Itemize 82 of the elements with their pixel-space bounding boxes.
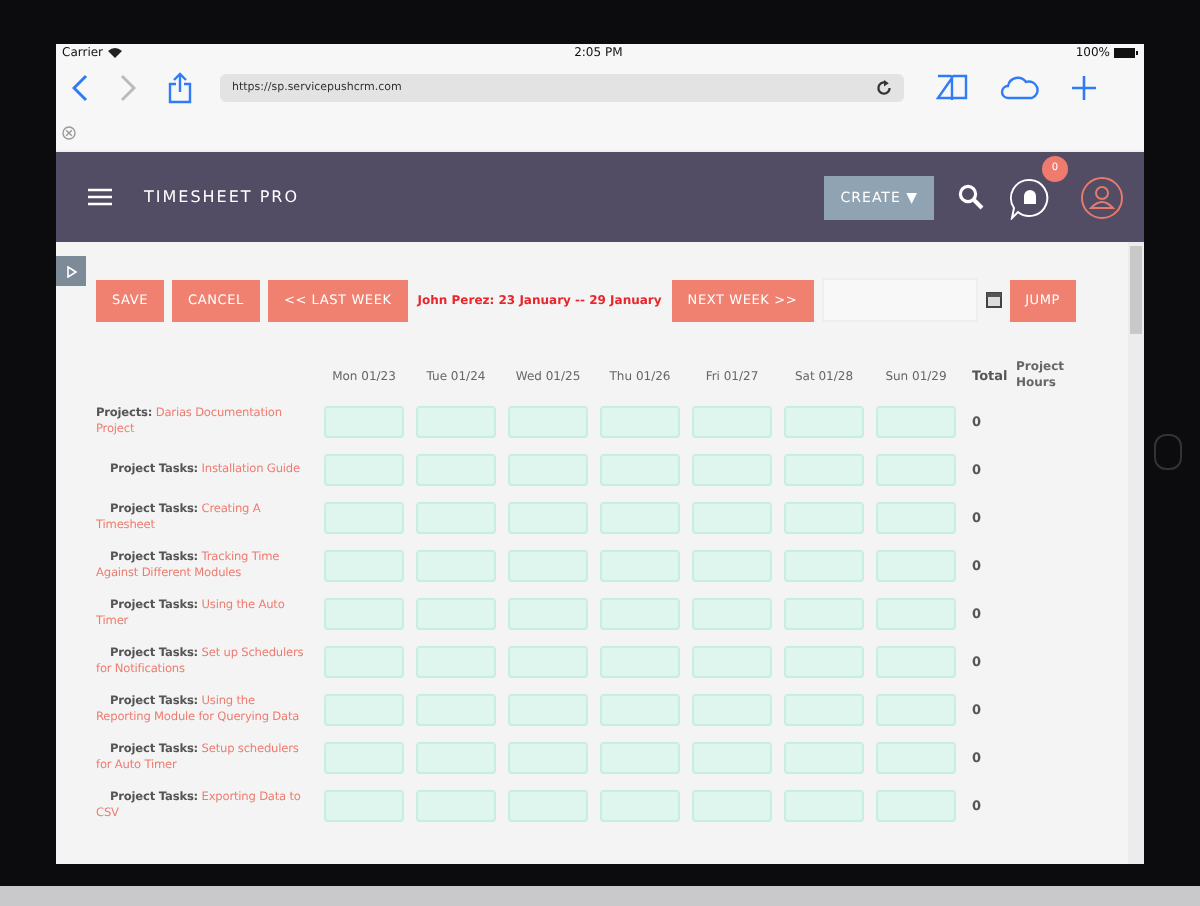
- hours-field[interactable]: [508, 694, 588, 726]
- hours-field[interactable]: [416, 742, 496, 774]
- hours-field[interactable]: [876, 742, 956, 774]
- hours-field[interactable]: [876, 406, 956, 438]
- hours-field[interactable]: [324, 502, 404, 534]
- cloud-icon[interactable]: [1000, 76, 1040, 100]
- hours-field[interactable]: [600, 742, 680, 774]
- hours-field[interactable]: [508, 790, 588, 822]
- notification-icon[interactable]: [1008, 175, 1052, 219]
- hours-field[interactable]: [692, 598, 772, 630]
- hours-field[interactable]: [692, 790, 772, 822]
- hours-field[interactable]: [416, 454, 496, 486]
- share-icon[interactable]: [168, 72, 192, 104]
- user-avatar-icon[interactable]: [1080, 175, 1124, 219]
- hours-field[interactable]: [508, 742, 588, 774]
- search-icon[interactable]: [958, 184, 984, 210]
- hours-field[interactable]: [508, 598, 588, 630]
- hours-field[interactable]: [692, 742, 772, 774]
- hours-field[interactable]: [784, 598, 864, 630]
- hours-field[interactable]: [784, 406, 864, 438]
- hours-field[interactable]: [600, 454, 680, 486]
- hours-field[interactable]: [324, 598, 404, 630]
- hours-field[interactable]: [324, 790, 404, 822]
- hours-field[interactable]: [876, 646, 956, 678]
- hours-field[interactable]: [784, 454, 864, 486]
- hours-field[interactable]: [784, 694, 864, 726]
- new-tab-icon[interactable]: [1072, 76, 1096, 100]
- triangle-icon[interactable]: [65, 265, 77, 277]
- hours-field[interactable]: [508, 550, 588, 582]
- hours-field[interactable]: [876, 550, 956, 582]
- hours-field[interactable]: [508, 502, 588, 534]
- hours-field[interactable]: [692, 646, 772, 678]
- hours-field[interactable]: [416, 406, 496, 438]
- hours-field[interactable]: [324, 406, 404, 438]
- hours-field[interactable]: [876, 790, 956, 822]
- hours-field[interactable]: [692, 694, 772, 726]
- hours-field[interactable]: [324, 694, 404, 726]
- hours-field[interactable]: [692, 454, 772, 486]
- hours-field[interactable]: [692, 406, 772, 438]
- home-button[interactable]: [1154, 434, 1182, 470]
- hours-field[interactable]: [324, 550, 404, 582]
- close-icon[interactable]: [62, 125, 76, 139]
- battery-icon: [1114, 48, 1138, 58]
- hours-field[interactable]: [600, 646, 680, 678]
- hours-field[interactable]: [508, 406, 588, 438]
- hours-field[interactable]: [876, 694, 956, 726]
- hours-field[interactable]: [324, 646, 404, 678]
- hours-field[interactable]: [416, 694, 496, 726]
- hours-field[interactable]: [416, 790, 496, 822]
- hours-field[interactable]: [784, 646, 864, 678]
- hours-field[interactable]: [692, 550, 772, 582]
- hours-field[interactable]: [876, 454, 956, 486]
- back-icon[interactable]: [72, 74, 88, 102]
- hours-field[interactable]: [784, 550, 864, 582]
- app-title: TIMESHEET PRO: [144, 188, 300, 206]
- sidebar-toggle[interactable]: [56, 256, 86, 286]
- hours-field[interactable]: [784, 742, 864, 774]
- hours-field[interactable]: [692, 502, 772, 534]
- calendar-icon[interactable]: [985, 292, 1002, 308]
- hours-field[interactable]: [416, 550, 496, 582]
- hours-field[interactable]: [784, 790, 864, 822]
- forward-icon[interactable]: [120, 74, 136, 102]
- hours-field[interactable]: [508, 454, 588, 486]
- hours-field[interactable]: [324, 454, 404, 486]
- hours-field[interactable]: [416, 598, 496, 630]
- hours-field[interactable]: [508, 646, 588, 678]
- hours-field[interactable]: [600, 406, 680, 438]
- hours-field[interactable]: [600, 550, 680, 582]
- hours-field[interactable]: [600, 502, 680, 534]
- hours-field[interactable]: [876, 502, 956, 534]
- hours-field[interactable]: [600, 694, 680, 726]
- hours-field[interactable]: [876, 598, 956, 630]
- hours-field[interactable]: [416, 502, 496, 534]
- reload-icon[interactable]: [876, 80, 892, 96]
- wifi-icon: [107, 48, 122, 58]
- book-icon[interactable]: [936, 74, 968, 102]
- hours-field[interactable]: [324, 742, 404, 774]
- hours-field[interactable]: [416, 646, 496, 678]
- hours-field[interactable]: [600, 598, 680, 630]
- hours-field[interactable]: [784, 502, 864, 534]
- menu-icon[interactable]: [88, 188, 112, 206]
- hours-field[interactable]: [600, 790, 680, 822]
